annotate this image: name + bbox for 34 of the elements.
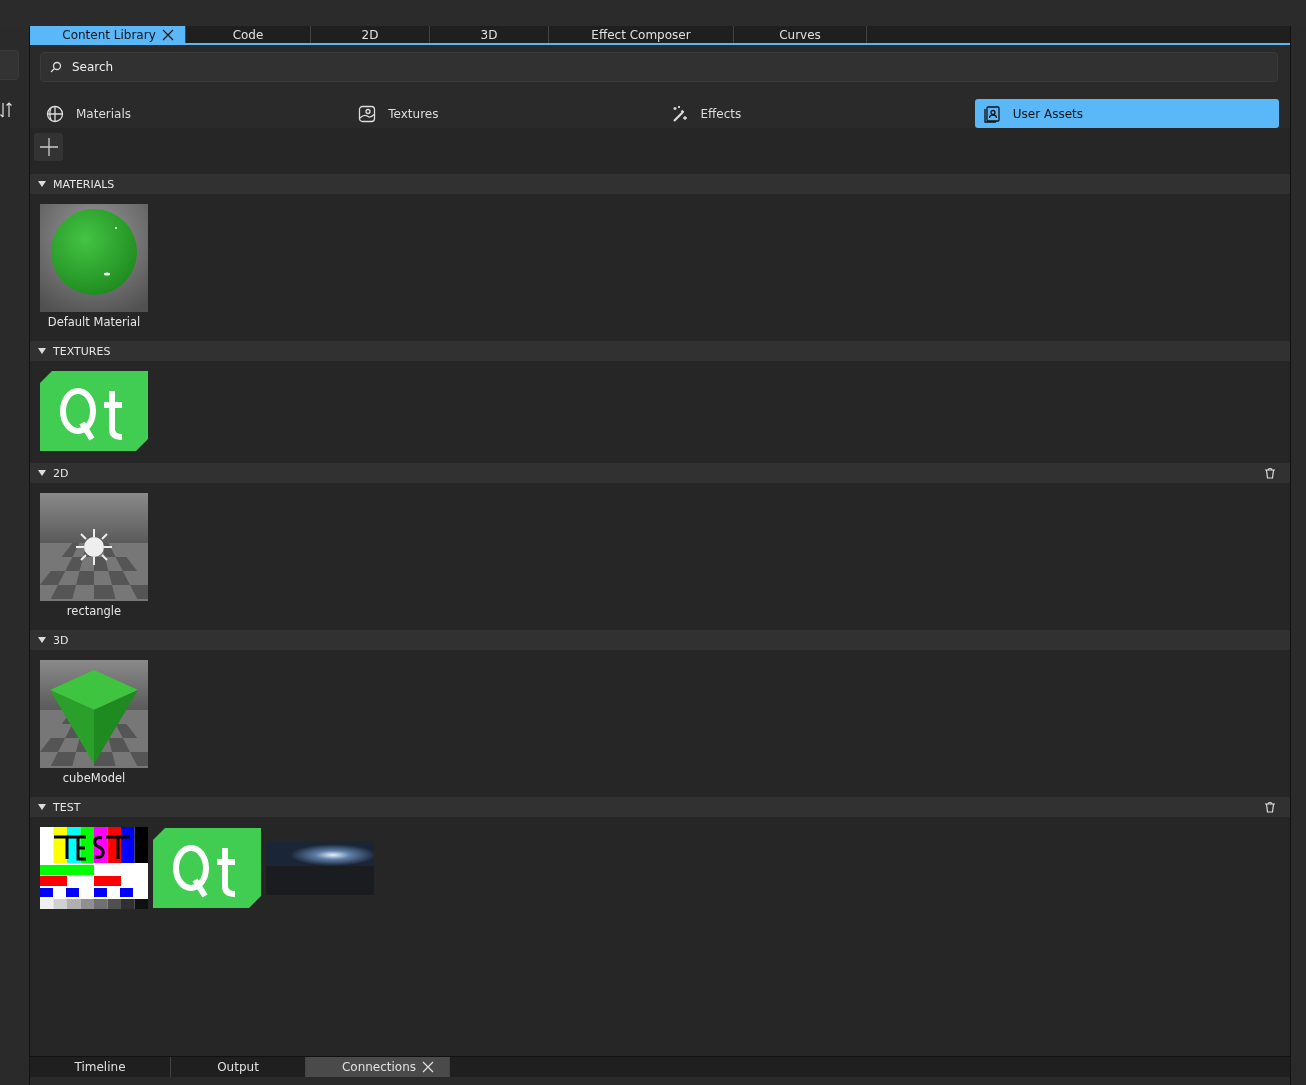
plus-icon [39,138,58,156]
caret-down-icon[interactable] [38,180,46,188]
section-title: TEST [53,800,82,814]
category-tab[interactable]: User Assets [974,99,1279,128]
search-field[interactable]: Search [40,52,1278,82]
close-icon[interactable] [161,28,174,41]
asset-label: rectangle [66,604,122,618]
section-title: MATERIALS [53,177,116,191]
sphere-icon [46,104,64,123]
section-header[interactable]: TEXTURES [30,341,1290,361]
section-header[interactable]: 3D [30,630,1290,650]
editor-tab[interactable]: Content Library [30,26,186,43]
section-header[interactable]: 2D [30,463,1290,483]
section-title: 3D [53,633,70,647]
add-button[interactable] [34,133,63,161]
caret-down-icon[interactable] [38,347,46,355]
category-tab[interactable]: Textures [350,99,655,128]
asset-label: Default Material [47,315,141,329]
category-tab[interactable]: Materials [38,99,343,128]
category-tab[interactable]: Effects [662,99,967,128]
caret-down-icon[interactable] [38,803,46,811]
section-title: 2D [53,466,70,480]
trash-icon[interactable] [1264,801,1276,813]
user-book-icon [982,104,1001,123]
section-title: TEXTURES [53,344,112,358]
section-header[interactable]: TEST [30,797,1290,817]
trash-icon[interactable] [1264,467,1276,479]
caret-down-icon[interactable] [38,469,46,477]
panel-tab[interactable]: Connections [306,1057,450,1077]
image-icon [358,104,377,123]
sort-icon[interactable] [0,102,12,118]
section-header[interactable]: MATERIALS [30,174,1290,194]
asset-label: cubeModel [62,771,126,785]
caret-down-icon[interactable] [38,636,46,644]
